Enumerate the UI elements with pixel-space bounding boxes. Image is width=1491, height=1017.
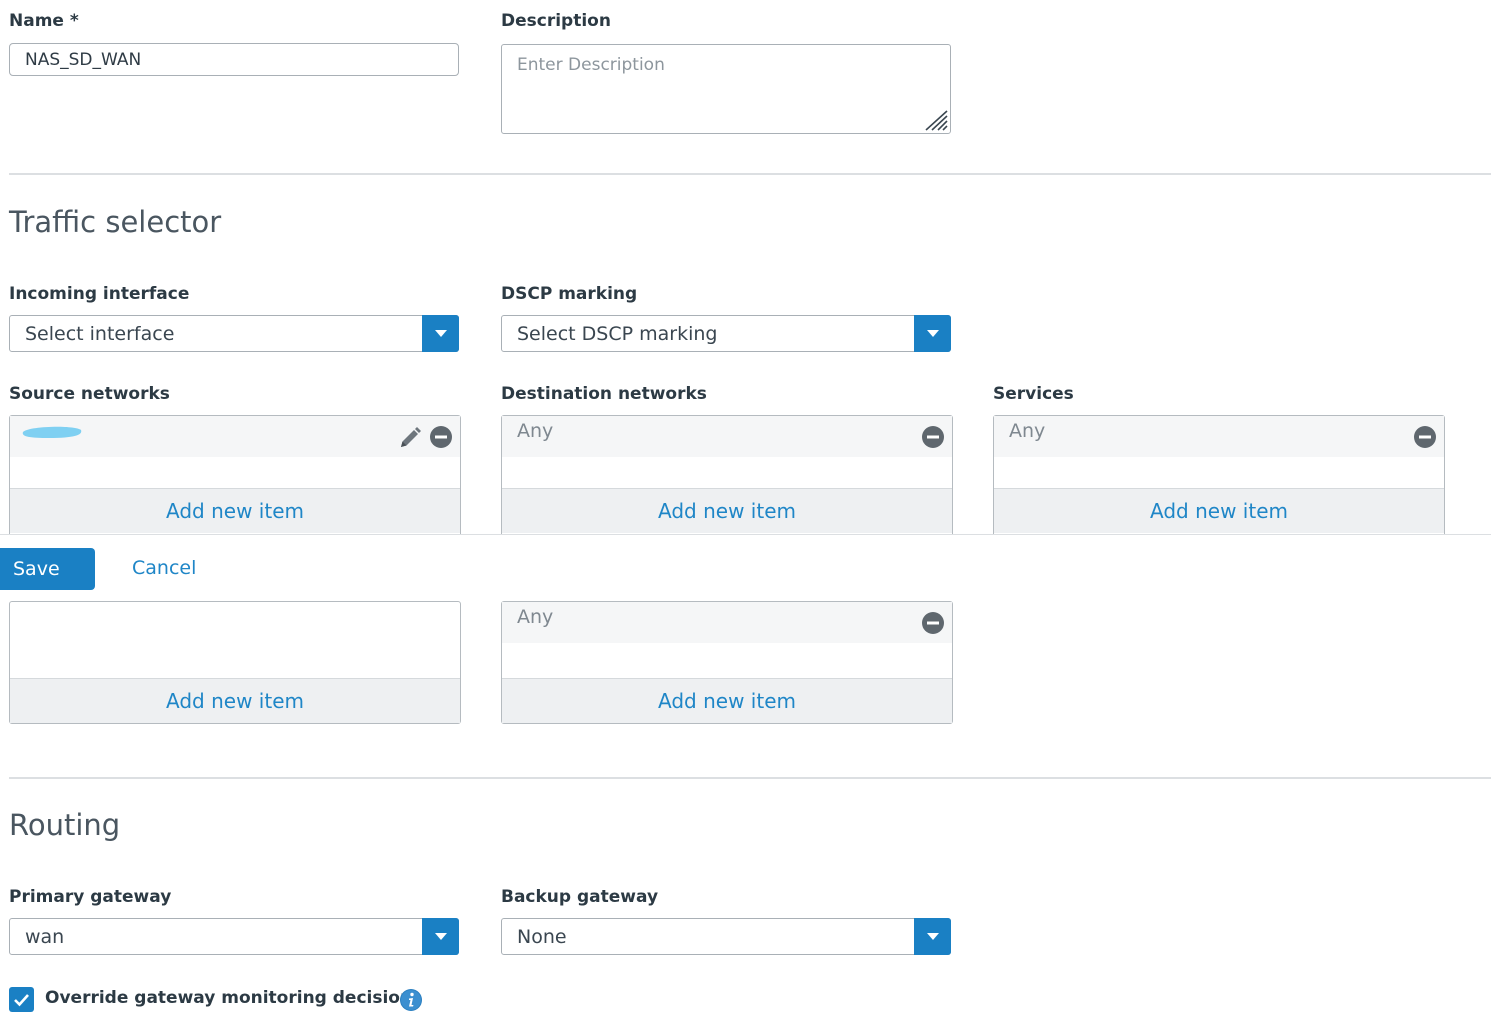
dscp-marking-label: DSCP marking: [501, 284, 638, 304]
empty-list: Add new item: [9, 601, 461, 724]
list-item: [10, 416, 460, 457]
name-input[interactable]: NAS_SD_WAN: [9, 43, 459, 76]
primary-gateway-value: wan: [25, 925, 65, 948]
save-button[interactable]: Save: [0, 548, 95, 590]
dscp-marking-select[interactable]: Select DSCP marking: [501, 315, 951, 352]
any-value: Any: [517, 606, 554, 628]
add-destination-network-button[interactable]: Add new item: [502, 488, 952, 533]
pencil-icon[interactable]: [398, 426, 422, 450]
incoming-interface-select[interactable]: Select interface: [9, 315, 459, 352]
name-input-value: NAS_SD_WAN: [25, 49, 142, 70]
backup-gateway-label: Backup gateway: [501, 887, 659, 907]
chevron-down-icon[interactable]: [422, 315, 459, 352]
dscp-marking-value: Select DSCP marking: [517, 322, 718, 345]
override-gateway-label: Override gateway monitoring decision: [45, 988, 413, 1008]
routing-title: Routing: [9, 808, 121, 842]
incoming-interface-value: Select interface: [25, 322, 175, 345]
services-label: Services: [993, 384, 1074, 404]
any-value: Any: [517, 420, 554, 442]
info-icon[interactable]: [399, 988, 423, 1012]
add-item-button[interactable]: Add new item: [502, 678, 952, 723]
description-placeholder: Enter Description: [517, 55, 665, 75]
action-bar: Save Cancel: [0, 534, 1491, 599]
chevron-down-icon[interactable]: [914, 315, 951, 352]
backup-gateway-value: None: [517, 925, 567, 948]
incoming-interface-label: Incoming interface: [9, 284, 190, 304]
redacted-value: [22, 426, 82, 438]
resize-grip-icon[interactable]: [924, 109, 948, 131]
description-field[interactable]: Enter Description: [501, 44, 951, 134]
primary-gateway-select[interactable]: wan: [9, 918, 459, 955]
minus-circle-icon[interactable]: [430, 426, 452, 448]
add-source-network-button[interactable]: Add new item: [10, 488, 460, 533]
chevron-down-icon[interactable]: [422, 918, 459, 955]
any-list: Any Add new item: [501, 601, 953, 724]
destination-networks-label: Destination networks: [501, 384, 707, 404]
section-divider: [9, 777, 1491, 779]
primary-gateway-label: Primary gateway: [9, 887, 172, 907]
minus-circle-icon[interactable]: [922, 426, 944, 448]
source-networks-label: Source networks: [9, 384, 170, 404]
add-item-button[interactable]: Add new item: [10, 678, 460, 723]
list-item: Any: [994, 416, 1444, 457]
list-item: Any: [502, 416, 952, 457]
section-divider: [9, 173, 1491, 175]
chevron-down-icon[interactable]: [914, 918, 951, 955]
name-label: Name *: [9, 11, 79, 31]
backup-gateway-select[interactable]: None: [501, 918, 951, 955]
minus-circle-icon[interactable]: [922, 612, 944, 634]
minus-circle-icon[interactable]: [1414, 426, 1436, 448]
checkmark-icon: [14, 993, 29, 1006]
description-label: Description: [501, 11, 611, 31]
override-checkbox[interactable]: [9, 987, 34, 1012]
cancel-button[interactable]: Cancel: [132, 557, 196, 579]
list-item: Any: [502, 602, 952, 643]
any-value: Any: [1009, 420, 1046, 442]
add-service-button[interactable]: Add new item: [994, 488, 1444, 533]
traffic-selector-title: Traffic selector: [9, 205, 222, 239]
